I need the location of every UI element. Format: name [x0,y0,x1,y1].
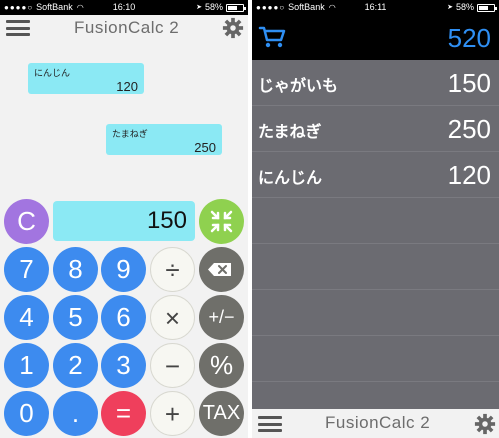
location-icon: ➤ [447,4,453,11]
carrier-name: SoftBank [288,2,325,12]
app-title: FusionCalc 2 [74,18,180,37]
tape-entry-name: たまねぎ [112,129,148,139]
key-0[interactable]: 0 [4,391,49,436]
battery-icon [226,3,246,12]
carrier-name: SoftBank [36,2,73,12]
app-header: FusionCalc 2 [0,15,248,42]
key-5[interactable]: 5 [53,295,98,340]
tape-entry-name: にんじん [34,68,71,78]
cart-header: 520 [252,15,499,60]
hamburger-menu-icon[interactable] [258,416,282,432]
key-2[interactable]: 2 [53,343,98,388]
item-name: じゃがいも [258,78,339,95]
list-item[interactable]: にんじん 120 [252,152,499,198]
list-item[interactable]: たまねぎ 250 [252,106,499,152]
empty-row [252,198,499,244]
gear-icon[interactable] [474,413,496,435]
tape-entry-amount: 250 [194,140,216,155]
key-1[interactable]: 1 [4,343,49,388]
shopping-cart-icon[interactable] [258,25,286,49]
app-footer: FusionCalc 2 [252,409,499,438]
calculator-screen: ●●●●○ SoftBank ◠ 16:10 ➤ 58% FusionCalc … [0,0,248,438]
gear-icon[interactable] [222,17,244,39]
backspace-key[interactable] [199,247,244,292]
signal-strength-icon: ●●●●○ [256,3,286,12]
key-4[interactable]: 4 [4,295,49,340]
divide-key[interactable]: ÷ [150,247,195,292]
tape-entry[interactable]: たまねぎ 250 [106,124,222,155]
multiply-key[interactable]: × [150,295,195,340]
empty-row [252,290,499,336]
item-name: たまねぎ [258,124,322,141]
status-bar: ●●●●○ SoftBank ◠ 16:10 ➤ 58% [0,0,248,15]
key-3[interactable]: 3 [101,343,146,388]
equals-key[interactable]: = [101,391,146,436]
list-item[interactable]: じゃがいも 150 [252,60,499,106]
status-bar: ●●●●○ SoftBank ◠ 16:11 ➤ 58% [252,0,499,15]
wifi-icon: ◠ [328,3,336,12]
item-value: 250 [447,114,491,144]
battery-percent: 58% [455,2,474,12]
key-6[interactable]: 6 [101,295,146,340]
list-screen: ●●●●○ SoftBank ◠ 16:11 ➤ 58% 520 じゃがいも 1… [252,0,499,438]
hamburger-menu-icon[interactable] [6,20,30,36]
backspace-icon [208,263,231,276]
empty-row [252,244,499,290]
percent-key[interactable]: % [199,343,244,388]
signal-strength-icon: ●●●●○ [4,3,34,12]
key-9[interactable]: 9 [101,247,146,292]
clear-button[interactable]: C [4,199,49,244]
location-icon: ➤ [196,4,202,11]
key-7[interactable]: 7 [4,247,49,292]
app-title: FusionCalc 2 [325,413,431,432]
wifi-icon: ◠ [76,3,84,12]
item-value: 150 [447,68,491,98]
key-8[interactable]: 8 [53,247,98,292]
decimal-key[interactable]: . [53,391,98,436]
tape-entry-amount: 120 [116,79,138,94]
plus-key[interactable]: + [150,391,195,436]
battery-icon [477,3,497,12]
tape-entry[interactable]: にんじん 120 [28,63,144,94]
item-value: 120 [447,160,491,190]
shrink-arrows-icon [210,210,233,233]
cart-total: 520 [447,23,491,53]
item-name: にんじん [258,170,323,187]
tax-key[interactable]: TAX [199,391,244,436]
battery-percent: 58% [204,2,223,12]
calculator-display: 150 [53,201,195,241]
shrink-button[interactable] [199,199,244,244]
sign-toggle-key[interactable]: +/− [199,295,244,340]
minus-key[interactable]: − [150,343,195,388]
empty-row [252,336,499,382]
